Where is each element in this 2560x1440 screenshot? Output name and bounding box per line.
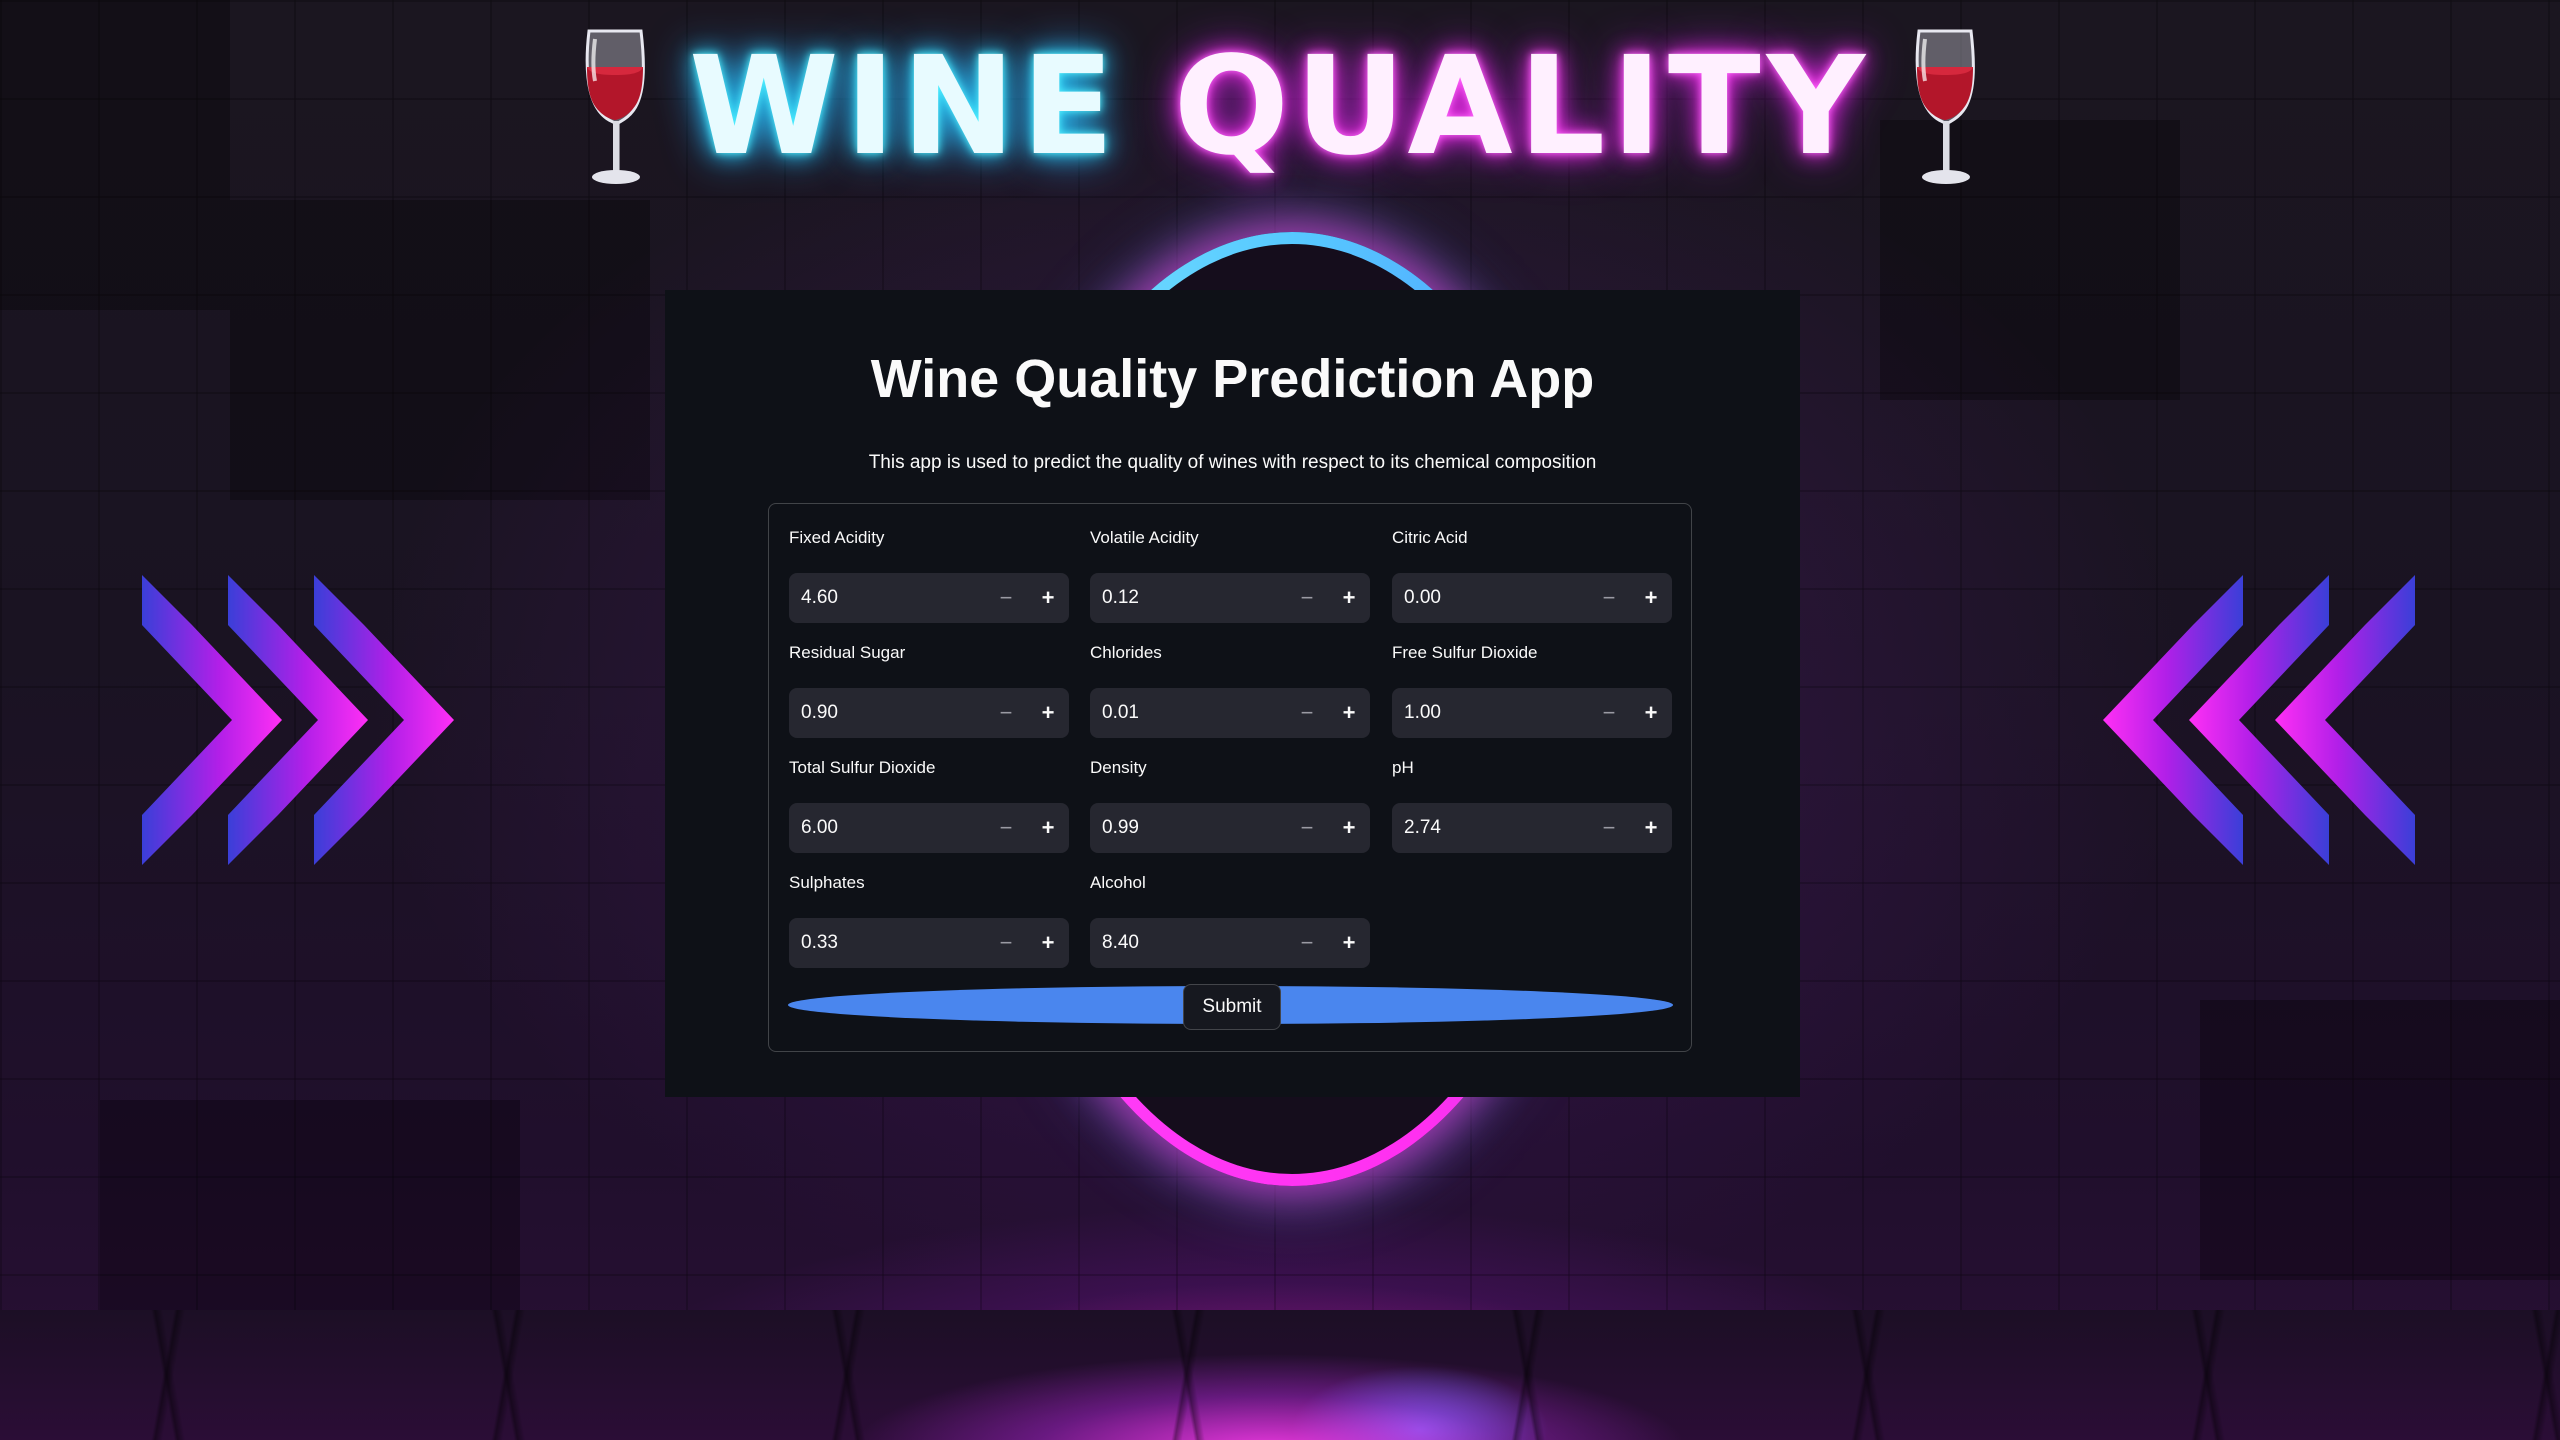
- number-input[interactable]: 6.00: [789, 817, 985, 839]
- increment-button[interactable]: +: [1630, 803, 1672, 853]
- increment-button[interactable]: +: [1027, 573, 1069, 623]
- field-label: Residual Sugar: [789, 643, 906, 662]
- field-free-sulfur-dioxide: Free Sulfur Dioxide 1.00 − +: [1392, 643, 1672, 738]
- field-label: Alcohol: [1090, 873, 1146, 892]
- decrement-button[interactable]: −: [985, 803, 1027, 853]
- chevron-right-icon: [142, 575, 454, 865]
- field-label: Fixed Acidity: [789, 528, 885, 547]
- field-volatile-acidity: Volatile Acidity 0.12 − +: [1090, 528, 1370, 623]
- increment-button[interactable]: +: [1328, 918, 1370, 968]
- citric-acid-stepper[interactable]: 0.00 − +: [1392, 573, 1672, 623]
- neon-banner: WINE QUALITY: [0, 22, 2560, 192]
- increment-button[interactable]: +: [1328, 803, 1370, 853]
- banner-word-quality: QUALITY: [1173, 28, 1872, 186]
- number-input[interactable]: 4.60: [789, 587, 985, 609]
- decrement-button[interactable]: −: [1286, 688, 1328, 738]
- number-input[interactable]: 0.00: [1392, 587, 1588, 609]
- page-description: This app is used to predict the quality …: [868, 452, 1597, 473]
- background-tile: [230, 200, 650, 500]
- chevron-left-icon: [2103, 575, 2415, 865]
- decrement-button[interactable]: −: [1588, 573, 1630, 623]
- field-chlorides: Chlorides 0.01 − +: [1090, 643, 1370, 738]
- decrement-button[interactable]: −: [1286, 573, 1328, 623]
- increment-button[interactable]: +: [1027, 918, 1069, 968]
- increment-button[interactable]: +: [1630, 573, 1672, 623]
- wine-glass-icon: [1915, 29, 1976, 184]
- wine-glass-icon: [585, 29, 645, 184]
- number-input[interactable]: 0.90: [789, 702, 985, 724]
- volatile-acidity-stepper[interactable]: 0.12 − +: [1090, 573, 1370, 623]
- field-residual-sugar: Residual Sugar 0.90 − +: [789, 643, 1069, 738]
- field-total-sulfur-dioxide: Total Sulfur Dioxide 6.00 − +: [789, 758, 1069, 853]
- sulphates-stepper[interactable]: 0.33 − +: [789, 918, 1069, 968]
- field-label: Volatile Acidity: [1090, 528, 1199, 547]
- field-alcohol: Alcohol 8.40 − +: [1090, 873, 1370, 968]
- field-label: Total Sulfur Dioxide: [789, 758, 936, 777]
- increment-button[interactable]: +: [1328, 688, 1370, 738]
- floor-cracks: [0, 1310, 2560, 1440]
- increment-button[interactable]: +: [1630, 688, 1672, 738]
- decrement-button[interactable]: −: [1286, 918, 1328, 968]
- banner-word-wine: WINE: [688, 28, 1121, 186]
- fixed-acidity-stepper[interactable]: 4.60 − +: [789, 573, 1069, 623]
- residual-sugar-stepper[interactable]: 0.90 − +: [789, 688, 1069, 738]
- increment-button[interactable]: +: [1328, 573, 1370, 623]
- decrement-button[interactable]: −: [985, 918, 1027, 968]
- field-density: Density 0.99 − +: [1090, 758, 1370, 853]
- field-label: Citric Acid: [1392, 528, 1468, 547]
- field-label: Density: [1090, 758, 1147, 777]
- page-title: Wine Quality Prediction App: [870, 349, 1595, 409]
- increment-button[interactable]: +: [1027, 803, 1069, 853]
- decrement-button[interactable]: −: [1286, 803, 1328, 853]
- decrement-button[interactable]: −: [1588, 803, 1630, 853]
- background-tile: [2200, 1000, 2560, 1280]
- chlorides-stepper[interactable]: 0.01 − +: [1090, 688, 1370, 738]
- submit-button[interactable]: Submit: [1183, 984, 1281, 1030]
- field-ph: pH 2.74 − +: [1392, 758, 1672, 853]
- field-citric-acid: Citric Acid 0.00 − +: [1392, 528, 1672, 623]
- decrement-button[interactable]: −: [985, 688, 1027, 738]
- field-label: pH: [1392, 758, 1414, 777]
- decrement-button[interactable]: −: [985, 573, 1027, 623]
- number-input[interactable]: 8.40: [1090, 932, 1286, 954]
- background-tile: [100, 1100, 520, 1320]
- alcohol-stepper[interactable]: 8.40 − +: [1090, 918, 1370, 968]
- ph-stepper[interactable]: 2.74 − +: [1392, 803, 1672, 853]
- field-label: Chlorides: [1090, 643, 1162, 662]
- number-input[interactable]: 0.99: [1090, 817, 1286, 839]
- number-input[interactable]: 2.74: [1392, 817, 1588, 839]
- field-label: Sulphates: [789, 873, 865, 892]
- number-input[interactable]: 0.01: [1090, 702, 1286, 724]
- increment-button[interactable]: +: [1027, 688, 1069, 738]
- decrement-button[interactable]: −: [1588, 688, 1630, 738]
- field-sulphates: Sulphates 0.33 − +: [789, 873, 1069, 968]
- total-sulfur-dioxide-stepper[interactable]: 6.00 − +: [789, 803, 1069, 853]
- free-sulfur-dioxide-stepper[interactable]: 1.00 − +: [1392, 688, 1672, 738]
- density-stepper[interactable]: 0.99 − +: [1090, 803, 1370, 853]
- number-input[interactable]: 0.33: [789, 932, 985, 954]
- number-input[interactable]: 0.12: [1090, 587, 1286, 609]
- field-label: Free Sulfur Dioxide: [1392, 643, 1538, 662]
- field-fixed-acidity: Fixed Acidity 4.60 − +: [789, 528, 1069, 623]
- number-input[interactable]: 1.00: [1392, 702, 1588, 724]
